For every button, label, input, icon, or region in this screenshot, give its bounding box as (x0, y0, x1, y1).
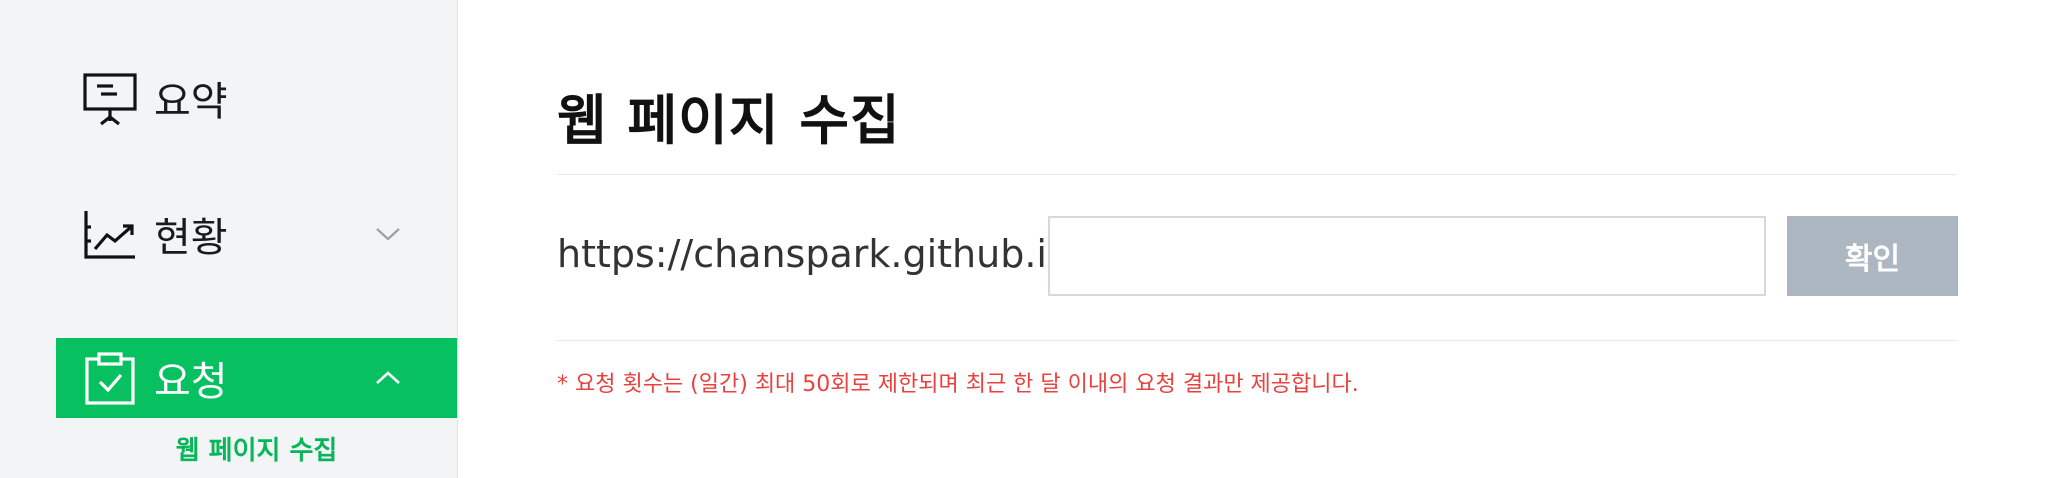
sidebar-item-label: 요약 (154, 79, 228, 125)
page-title: 웹 페이지 수집 (557, 89, 901, 152)
confirm-button[interactable]: 확인 (1787, 216, 1958, 296)
presentation-board-icon (80, 68, 140, 128)
sidebar-subitem-web-page-collect[interactable]: 웹 페이지 수집 (56, 430, 457, 470)
chevron-up-icon[interactable] (375, 365, 401, 391)
request-limit-notice: * 요청 횟수는 (일간) 최대 50회로 제한되며 최근 한 달 이내의 요청… (557, 372, 1359, 397)
url-path-input[interactable] (1048, 216, 1766, 296)
sidebar-item-label: 요청 (154, 359, 228, 405)
sidebar-item-label: 현황 (154, 215, 228, 261)
url-prefix: https://chanspark.github.io/ (557, 232, 1084, 276)
sidebar-item-request[interactable]: 요청 (56, 338, 457, 418)
clipboard-check-icon (80, 348, 140, 408)
divider (557, 340, 1957, 341)
trend-chart-icon (80, 204, 140, 264)
sidebar-item-status[interactable]: 현황 (56, 194, 457, 274)
chevron-down-icon[interactable] (375, 221, 401, 247)
divider (557, 174, 1957, 175)
sidebar-item-summary[interactable]: 요약 (56, 58, 457, 138)
sidebar: 요약 현황 요청 웹 페이지 수집 (0, 0, 458, 478)
main-content: 웹 페이지 수집 https://chanspark.github.io/ 확인… (457, 0, 2046, 478)
